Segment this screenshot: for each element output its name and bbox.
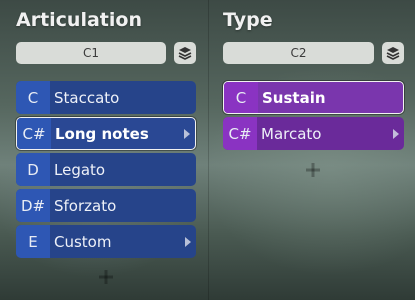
articulation-layers-button[interactable] [174, 42, 196, 64]
item-label: Marcato [261, 124, 322, 143]
column-divider [208, 0, 209, 300]
articulation-selector[interactable]: C1 [16, 42, 166, 64]
chevron-right-icon[interactable] [393, 128, 399, 139]
articulation-add-button[interactable] [97, 268, 115, 286]
item-key: D# [16, 189, 50, 222]
item-label: Long notes [55, 124, 149, 143]
item-label: Sustain [262, 88, 326, 107]
articulation-item-staccato[interactable]: C Staccato [16, 81, 196, 114]
chevron-right-icon[interactable] [184, 128, 190, 139]
item-key: C [16, 81, 50, 114]
item-key: C [224, 82, 258, 113]
layers-icon [386, 47, 400, 60]
item-label: Staccato [54, 88, 120, 107]
item-label: Sforzato [54, 196, 117, 215]
item-key: E [16, 225, 50, 258]
type-selector[interactable]: C2 [223, 42, 374, 64]
item-label: Custom [54, 232, 112, 251]
type-item-marcato[interactable]: C# Marcato [223, 117, 404, 150]
item-key: D [16, 153, 50, 186]
item-label: Legato [54, 160, 106, 179]
chevron-right-icon[interactable] [185, 236, 191, 247]
plus-icon [99, 270, 113, 284]
layers-icon [178, 47, 192, 60]
articulation-item-sforzato[interactable]: D# Sforzato [16, 189, 196, 222]
plus-icon [306, 163, 320, 177]
articulation-item-legato[interactable]: D Legato [16, 153, 196, 186]
type-add-button[interactable] [304, 161, 322, 179]
articulation-title: Articulation [16, 9, 142, 31]
item-key: C# [17, 118, 51, 149]
articulation-item-long-notes[interactable]: C# Long notes [16, 117, 196, 150]
articulation-item-custom[interactable]: E Custom [16, 225, 196, 258]
item-key: C# [223, 117, 257, 150]
type-layers-button[interactable] [382, 42, 404, 64]
type-title: Type [223, 9, 273, 31]
type-item-sustain[interactable]: C Sustain [223, 81, 404, 114]
